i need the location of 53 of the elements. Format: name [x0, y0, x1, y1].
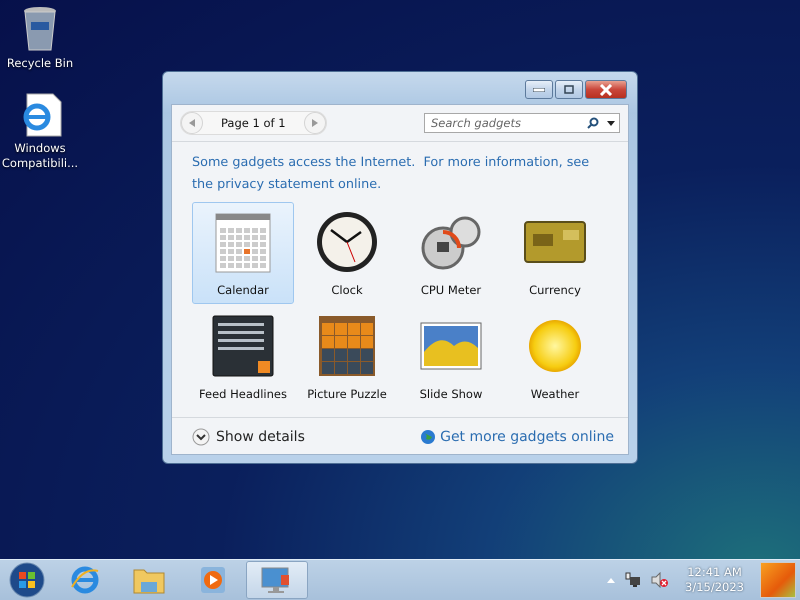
gadget-tile[interactable]: Currency — [504, 202, 606, 304]
gadget-name: Feed Headlines — [199, 387, 287, 401]
get-more-gadgets-link[interactable]: Get more gadgets online — [420, 429, 614, 445]
maximize-icon — [564, 85, 574, 94]
taskbar-app-button[interactable] — [246, 561, 308, 599]
gadget-name: Calendar — [217, 283, 269, 297]
browser-icon — [70, 565, 100, 595]
feed-icon — [212, 315, 274, 377]
gadget-tile[interactable]: Weather — [504, 306, 606, 408]
desktop-icon-label[interactable]: Recycle Bin — [1, 56, 79, 71]
gadget-tile[interactable]: Clock — [296, 202, 398, 304]
gadget-name: Slide Show — [420, 387, 482, 401]
close-button[interactable] — [585, 80, 627, 99]
gadget-tile[interactable]: Calendar — [192, 202, 294, 304]
right-arrow-icon — [312, 119, 318, 127]
gadget-tile[interactable]: CPU Meter — [400, 202, 502, 304]
desktop-icon-label[interactable]: Windows Compatibili... — [1, 141, 79, 171]
sun-icon — [527, 318, 583, 374]
internet-notice: Some gadgets access the Internet. For more information, see the privacy statement online. — [192, 154, 590, 194]
search-bar[interactable]: Search gadgets — [424, 113, 620, 133]
dropdown-arrow-icon[interactable] — [607, 120, 615, 126]
clock-icon — [315, 210, 379, 274]
previous-page-button[interactable] — [181, 112, 203, 134]
gadget-name: Weather — [530, 387, 580, 401]
globe-icon — [420, 429, 436, 445]
show-details-button[interactable]: Show details — [192, 428, 305, 446]
photo-frame-icon — [420, 322, 482, 370]
gadget-name: Picture Puzzle — [307, 387, 387, 401]
trash-bin-icon[interactable] — [22, 6, 58, 52]
currency-card-icon — [523, 220, 587, 264]
restore-button[interactable] — [555, 80, 583, 99]
page-label: Page 1 of 1 — [220, 116, 287, 130]
network-icon[interactable] — [625, 572, 642, 588]
start-orb-icon — [9, 562, 45, 598]
minimize-icon — [533, 88, 545, 92]
gadget-name: CPU Meter — [420, 283, 482, 297]
puzzle-icon — [318, 315, 376, 377]
media-player-icon — [200, 566, 226, 594]
close-icon — [599, 84, 613, 96]
desktop-preview-thumbnail[interactable] — [760, 562, 796, 598]
gadget-tile[interactable]: Feed Headlines — [192, 306, 294, 408]
time: 12:41 AM — [687, 565, 742, 580]
gadget-name: Clock — [331, 283, 363, 297]
gadget-name: Currency — [529, 283, 581, 297]
gadget-tile[interactable]: Picture Puzzle — [296, 306, 398, 408]
expand-chevron-icon — [192, 428, 210, 446]
gadget-tile[interactable]: Slide Show — [400, 306, 502, 408]
search-icon — [587, 117, 599, 129]
next-page-button[interactable] — [304, 112, 326, 134]
left-arrow-icon — [189, 119, 195, 127]
speaker-muted-icon[interactable] — [651, 572, 670, 588]
date: 3/15/2023 — [685, 580, 744, 595]
minimize-button[interactable] — [525, 80, 553, 99]
